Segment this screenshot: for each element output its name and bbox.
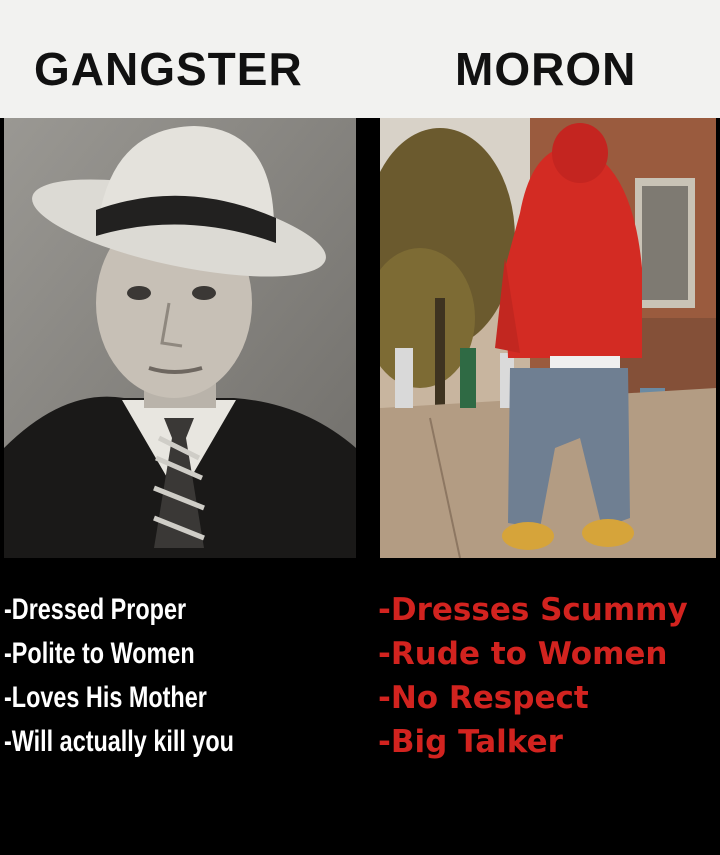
moron-trait: -Big Talker bbox=[378, 724, 563, 760]
header-bar: GANGSTER MORON bbox=[0, 0, 720, 118]
moron-trait: -No Respect bbox=[378, 680, 589, 716]
photo-divider bbox=[356, 118, 380, 558]
moron-trait: -Dresses Scummy bbox=[378, 592, 688, 628]
gangster-trait: -Polite to Women bbox=[4, 637, 195, 670]
moron-photo bbox=[380, 118, 716, 558]
gangster-trait: -Loves His Mother bbox=[4, 681, 207, 714]
gangster-traits-list: -Dressed Proper -Polite to Women -Loves … bbox=[4, 588, 234, 764]
gangster-photo bbox=[4, 118, 356, 558]
moron-traits-list: -Dresses Scummy -Rude to Women -No Respe… bbox=[378, 588, 720, 764]
gangster-trait: -Dressed Proper bbox=[4, 593, 187, 626]
moron-illustration bbox=[380, 118, 716, 558]
moron-title: MORON bbox=[455, 43, 637, 95]
meme-image: GANGSTER MORON -Dressed Proper -Polite t… bbox=[0, 0, 720, 855]
gangster-title: GANGSTER bbox=[34, 43, 303, 95]
gangster-illustration bbox=[4, 118, 356, 558]
moron-trait: -Rude to Women bbox=[378, 636, 668, 672]
gangster-trait: -Will actually kill you bbox=[4, 725, 234, 758]
captions-panel: -Dressed Proper -Polite to Women -Loves … bbox=[0, 558, 720, 855]
